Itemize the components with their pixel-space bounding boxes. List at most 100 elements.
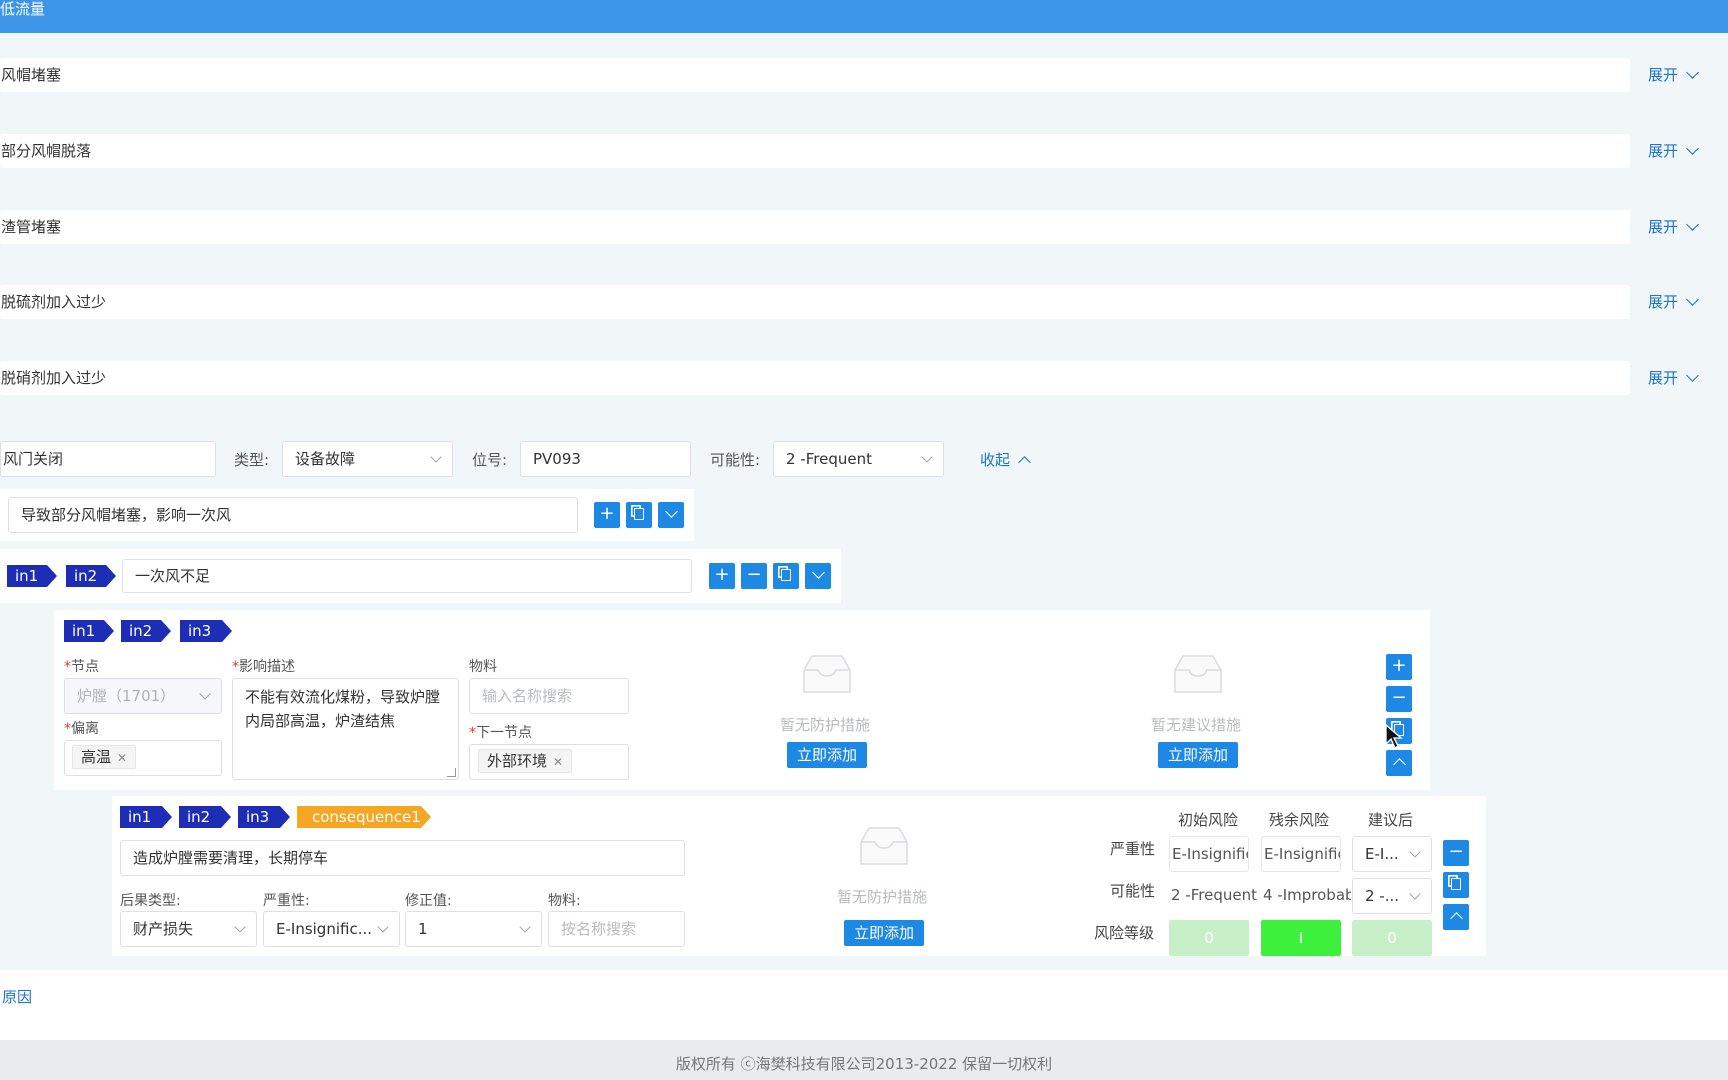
resize-handle[interactable] [447, 768, 456, 777]
result-type-select[interactable]: 财产损失 [120, 911, 257, 947]
expand-button[interactable] [805, 563, 831, 589]
chevron-down-icon [1686, 66, 1699, 79]
add-button[interactable]: + [709, 563, 735, 589]
possibility-label: 可能性: [710, 451, 761, 469]
deviation-chip[interactable]: 高温 ✕ [72, 745, 137, 769]
empty-inbox-icon [860, 827, 908, 865]
chevron-down-icon [811, 566, 825, 579]
add-button[interactable]: + [1386, 654, 1412, 680]
expand-link[interactable]: 展开 [1648, 285, 1699, 319]
risk-col-initial: 初始风险 [1178, 811, 1239, 829]
consequence-tag: consequence1 [297, 806, 431, 828]
add-button[interactable]: + [594, 502, 620, 528]
severity-select[interactable]: E-Insignific... [263, 911, 400, 947]
protect-empty-text: 暂无防护措施 [780, 716, 871, 734]
type-select[interactable]: 设备故障 [282, 441, 453, 477]
node-label: *节点 [64, 659, 99, 675]
collapsed-item: 风帽堵塞 展开 [0, 58, 1728, 106]
collapsed-item: 部分风帽脱落 展开 [0, 134, 1728, 182]
reason-link[interactable]: 原因 [2, 986, 32, 1007]
copy-icon [781, 569, 791, 581]
remove-button[interactable]: − [1443, 840, 1469, 866]
impact-label: *影响描述 [232, 659, 295, 675]
deviation-title: 低流量 [0, 0, 46, 18]
chevron-down-icon [1686, 293, 1699, 306]
node-select[interactable]: 炉膛（1701） [64, 678, 222, 714]
risk-row-severity: 严重性 [1110, 840, 1156, 858]
type-label: 类型: [234, 451, 270, 469]
result-type-label: 后果类型: [120, 893, 181, 909]
level-tag: in3 [180, 620, 232, 642]
severity-label: 严重性: [263, 893, 310, 909]
expand-link[interactable]: 展开 [1648, 361, 1699, 395]
initial-severity-value: E-Insignificant [1169, 836, 1249, 872]
copy-button[interactable] [773, 563, 799, 589]
deviation-header-bar[interactable]: 低流量 [0, 0, 1728, 33]
initial-risk-level: 0 [1169, 920, 1249, 956]
level-tag: in3 [238, 806, 290, 828]
close-icon[interactable]: ✕ [117, 751, 127, 765]
chevron-up-icon [1018, 456, 1031, 469]
collapsed-item: 渣管堵塞 展开 [0, 210, 1728, 258]
consequence-material-input[interactable]: 按名称搜索 [548, 911, 685, 947]
after-severity-select[interactable]: E-I... [1352, 836, 1432, 872]
level-tag: in1 [120, 806, 172, 828]
chevron-down-icon [1686, 218, 1699, 231]
expand-link[interactable]: 展开 [1648, 134, 1699, 168]
chevron-down-icon [1686, 369, 1699, 382]
reason-area [0, 970, 1728, 1040]
expand-button[interactable] [658, 502, 684, 528]
material-input[interactable]: 输入名称搜索 [469, 678, 629, 714]
collapsed-item-field[interactable]: 脱硫剂加入过少 [0, 285, 1630, 319]
after-possibility-select[interactable]: 2 -... [1352, 878, 1432, 914]
correction-select[interactable]: 1 [405, 911, 542, 947]
add-suggestion-button[interactable]: 立即添加 [1158, 742, 1239, 768]
chevron-up-icon [1392, 758, 1406, 771]
remove-button[interactable]: − [1386, 686, 1412, 712]
copy-button[interactable] [1443, 872, 1469, 898]
deviation-label: *偏离 [64, 721, 99, 737]
level-tag: in1 [7, 565, 57, 587]
residual-severity-value: E-Insignifica [1261, 836, 1341, 872]
chevron-down-icon [234, 921, 246, 933]
possibility-select[interactable]: 2 -Frequent [773, 441, 944, 477]
remove-button[interactable]: − [741, 563, 767, 589]
cause-input[interactable]: 一次风不足 [122, 559, 692, 593]
expand-link[interactable]: 展开 [1648, 210, 1699, 244]
empty-inbox-icon [1174, 655, 1222, 693]
expand-link[interactable]: 展开 [1648, 58, 1699, 92]
level-tag: in2 [66, 565, 116, 587]
collapsed-item-field[interactable]: 渣管堵塞 [0, 210, 1630, 244]
collapse-link[interactable]: 收起 [980, 449, 1031, 470]
add-protection-button[interactable]: 立即添加 [844, 920, 925, 946]
next-node-chip[interactable]: 外部环境 ✕ [478, 749, 573, 773]
effect-input[interactable]: 导致部分风帽堵塞，影响一次风 [8, 497, 578, 533]
add-protection-button[interactable]: 立即添加 [787, 742, 868, 768]
collapsed-item-field[interactable]: 部分风帽脱落 [0, 134, 1630, 168]
level-tag: in1 [64, 620, 114, 642]
cause-name-input[interactable]: 风门关闭 [0, 441, 216, 477]
copy-button[interactable] [626, 502, 652, 528]
tag-number-input[interactable]: PV093 [520, 441, 691, 477]
next-node-label: *下一节点 [469, 725, 532, 741]
collapse-button[interactable] [1386, 750, 1412, 776]
collapse-button[interactable] [1443, 904, 1469, 930]
consequence-description-input[interactable]: 造成炉膛需要清理，长期停车 [120, 840, 685, 876]
chevron-down-icon [377, 921, 389, 933]
collapsed-item: 脱硫剂加入过少 展开 [0, 285, 1728, 333]
material-label: 物料 [469, 659, 497, 675]
chevron-down-icon [1409, 888, 1421, 900]
correction-label: 修正值: [405, 893, 452, 909]
chevron-down-icon [1686, 142, 1699, 155]
copy-icon [1451, 878, 1461, 890]
chevron-up-icon [1449, 912, 1463, 925]
chevron-down-icon [921, 451, 933, 463]
copy-icon [634, 508, 644, 520]
collapsed-item-field[interactable]: 风帽堵塞 [0, 58, 1630, 92]
impact-textarea[interactable]: 不能有效流化煤粉，导致炉膛内局部高温，炉渣结焦 [232, 678, 459, 780]
footer-copyright: 版权所有 ⓒ海樊科技有限公司2013-2022 保留一切权利 [0, 1040, 1728, 1080]
level-tag: in2 [121, 620, 171, 642]
close-icon[interactable]: ✕ [553, 755, 563, 769]
chevron-down-icon [199, 688, 211, 700]
collapsed-item-field[interactable]: 脱硝剂加入过少 [0, 361, 1630, 395]
